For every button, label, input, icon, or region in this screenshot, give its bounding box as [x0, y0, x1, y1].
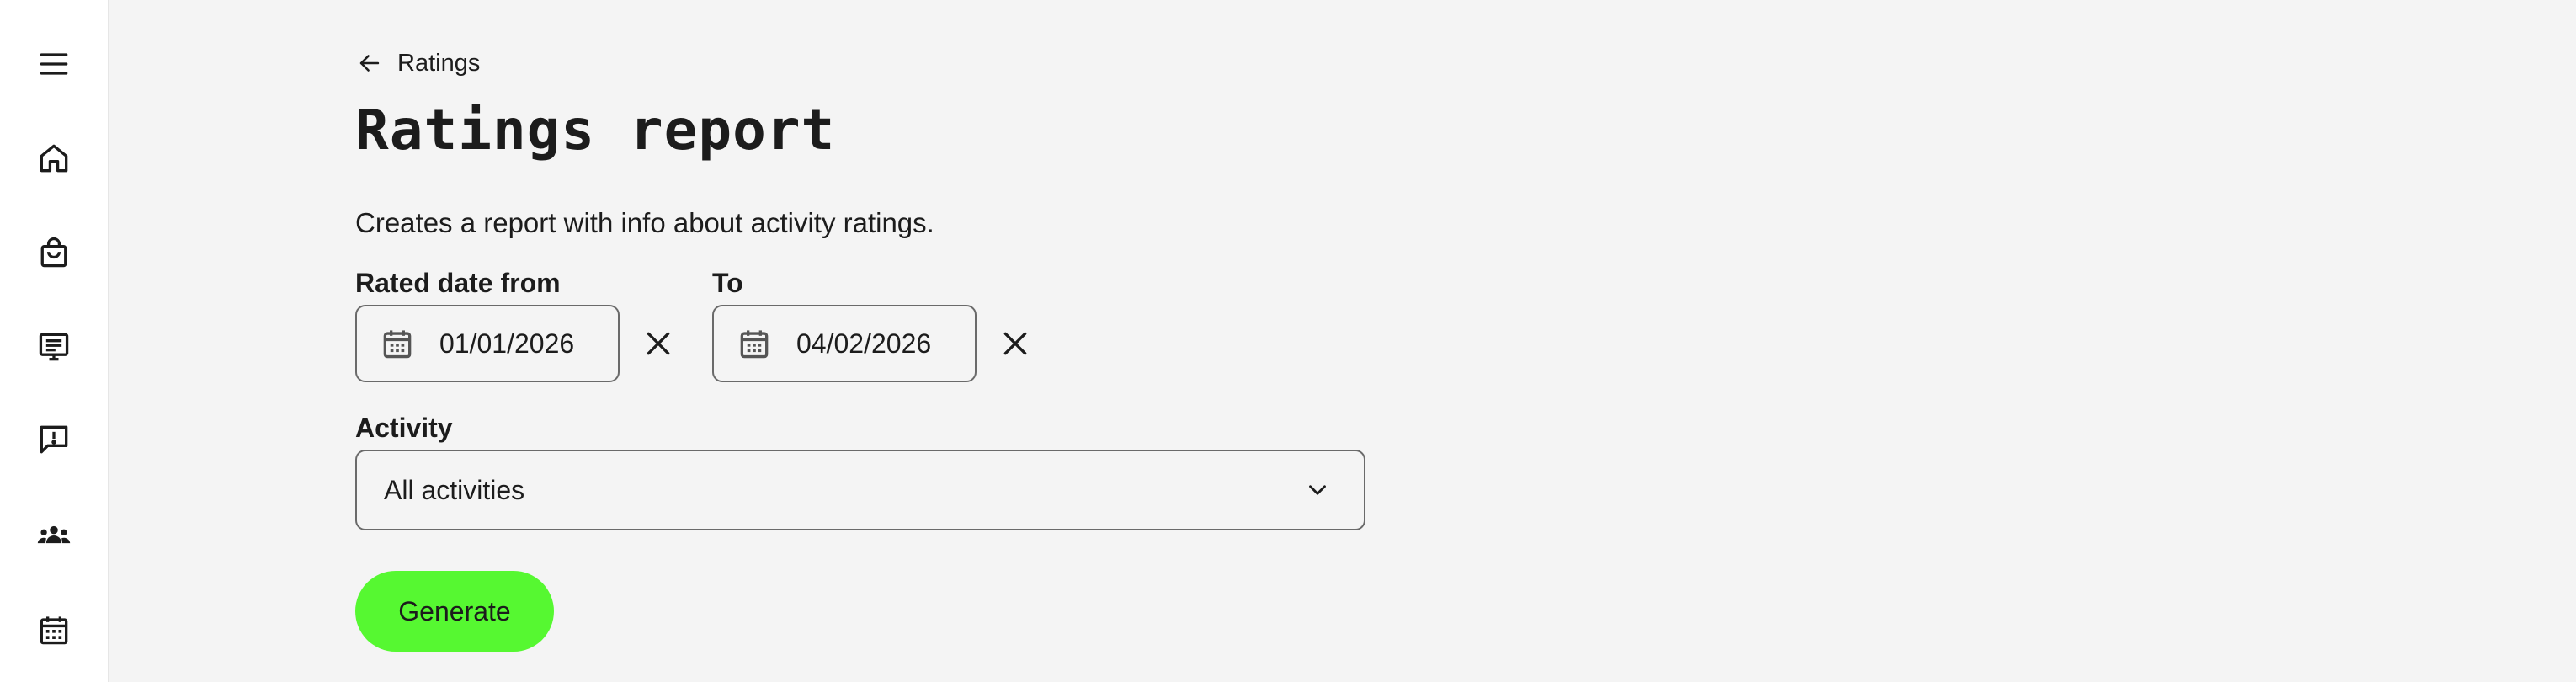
back-link[interactable]: Ratings: [355, 49, 480, 77]
date-to-input[interactable]: 04/02/2026: [712, 305, 977, 382]
sidebar: [0, 0, 109, 682]
activity-select-value: All activities: [384, 474, 525, 505]
date-from-value: 01/01/2026: [439, 328, 575, 359]
clear-date-to-button[interactable]: [997, 325, 1034, 362]
date-from-label: Rated date from: [355, 268, 561, 298]
users-group-icon[interactable]: [32, 514, 76, 557]
calendar-icon: [736, 325, 773, 362]
activity-select[interactable]: All activities: [355, 450, 1365, 530]
calendar-icon[interactable]: [32, 608, 76, 652]
close-icon: [647, 332, 670, 355]
shopping-bag-icon[interactable]: [32, 231, 76, 274]
date-to-label: To: [712, 268, 743, 298]
clear-date-from-button[interactable]: [640, 325, 677, 362]
hamburger-menu-icon[interactable]: [32, 42, 76, 86]
date-to-value: 04/02/2026: [796, 328, 932, 359]
list-board-icon[interactable]: [32, 325, 76, 369]
calendar-icon: [379, 325, 416, 362]
home-icon[interactable]: [32, 136, 76, 180]
arrow-left-icon: [359, 55, 380, 72]
date-from-input[interactable]: 01/01/2026: [355, 305, 620, 382]
alert-message-icon[interactable]: [32, 418, 76, 461]
generate-button[interactable]: Generate: [355, 571, 554, 652]
activity-label: Activity: [355, 413, 453, 443]
chevron-down-icon: [1309, 485, 1326, 495]
back-link-label: Ratings: [397, 49, 481, 77]
page-description: Creates a report with info about activit…: [355, 207, 934, 238]
page-title: Ratings report: [355, 98, 836, 163]
close-icon: [1003, 332, 1027, 355]
